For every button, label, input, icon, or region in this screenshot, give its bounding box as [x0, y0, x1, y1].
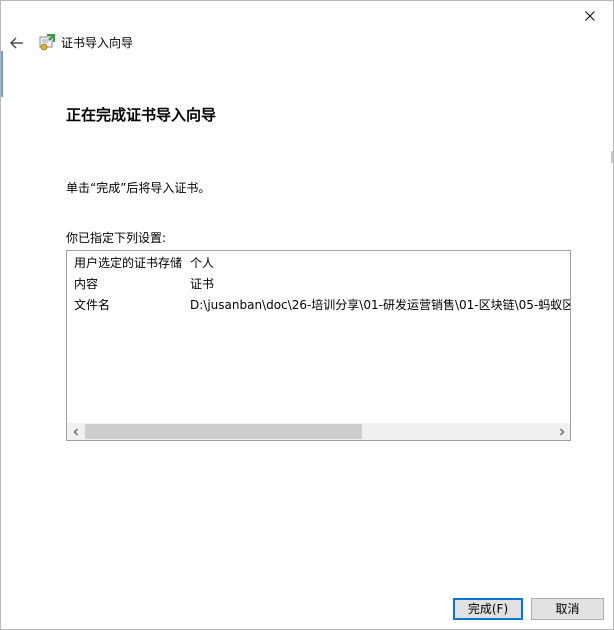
- back-button[interactable]: [7, 33, 27, 53]
- setting-value: 个人: [190, 256, 215, 270]
- scroll-right-button[interactable]: [553, 423, 570, 440]
- back-arrow-icon: [10, 37, 23, 49]
- settings-content: 用户选定的证书存储 个人 内容 证书 文件名 D:\jusanban\doc\2…: [67, 251, 570, 423]
- scrollbar-thumb[interactable]: [85, 424, 362, 439]
- horizontal-scrollbar[interactable]: [67, 423, 570, 440]
- setting-value: 证书: [190, 277, 215, 291]
- cancel-button[interactable]: 取消: [531, 598, 604, 620]
- setting-key: 文件名: [74, 298, 111, 312]
- window-left-accent: [1, 51, 3, 97]
- certificate-icon: [37, 33, 57, 53]
- chevron-left-icon: [73, 428, 78, 435]
- setting-value: D:\jusanban\doc\26-培训分享\01-研发运营销售\01-区块链…: [190, 298, 570, 312]
- wizard-header: 证书导入向导: [1, 31, 401, 55]
- scroll-left-button[interactable]: [67, 423, 84, 440]
- wizard-title: 证书导入向导: [61, 36, 134, 50]
- close-icon: [585, 11, 595, 21]
- settings-label: 你已指定下列设置:: [66, 231, 167, 245]
- settings-list[interactable]: 用户选定的证书存储 个人 内容 证书 文件名 D:\jusanban\doc\2…: [66, 250, 571, 441]
- instruction-text: 单击“完成”后将导入证书。: [66, 181, 211, 195]
- chevron-right-icon: [559, 428, 564, 435]
- setting-key: 用户选定的证书存储: [74, 256, 183, 270]
- close-button[interactable]: [567, 1, 613, 31]
- window-right-mark: [611, 151, 613, 163]
- page-heading: 正在完成证书导入向导: [66, 106, 217, 124]
- setting-key: 内容: [74, 277, 99, 291]
- certificate-import-wizard-window: 证书导入向导 正在完成证书导入向导 单击“完成”后将导入证书。 你已指定下列设置…: [0, 0, 614, 630]
- finish-button[interactable]: 完成(F): [453, 598, 523, 620]
